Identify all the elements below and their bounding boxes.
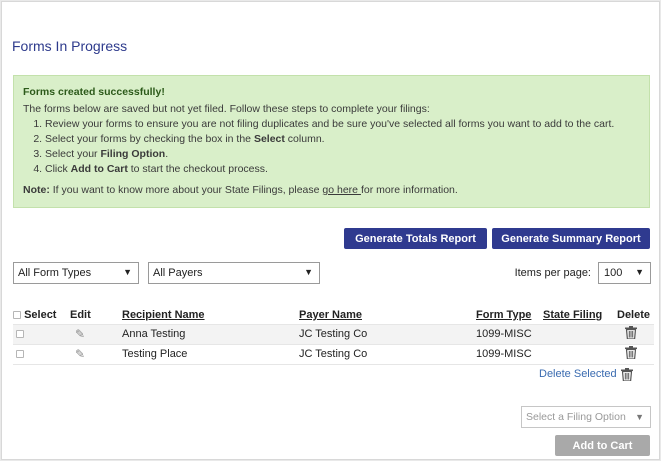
state-filings-link[interactable]: go here bbox=[322, 184, 361, 196]
trash-icon[interactable] bbox=[625, 326, 637, 339]
recipient-name-cell: Anna Testing bbox=[122, 323, 299, 344]
generate-summary-report-button[interactable]: Generate Summary Report bbox=[492, 228, 650, 249]
alert-heading: Forms created successfully! bbox=[23, 86, 165, 98]
items-per-page-label: Items per page: bbox=[514, 267, 591, 279]
form-type-header[interactable]: Form Type bbox=[476, 306, 541, 324]
delete-column-header: Delete bbox=[617, 308, 651, 321]
payer-name-cell: JC Testing Co bbox=[299, 323, 476, 344]
recipient-name-cell: Testing Place bbox=[122, 343, 299, 365]
alert-note: Note: If you want to know more about you… bbox=[23, 184, 458, 196]
table-row: ✎ Testing Place JC Testing Co 1099-MISC bbox=[13, 343, 654, 365]
table-row: ✎ Anna Testing JC Testing Co 1099-MISC bbox=[13, 323, 654, 344]
edit-pencil-icon[interactable]: ✎ bbox=[75, 347, 85, 361]
trash-icon[interactable] bbox=[625, 346, 637, 359]
alert-step: Review your forms to ensure you are not … bbox=[45, 117, 640, 132]
edit-pencil-icon[interactable]: ✎ bbox=[75, 327, 85, 341]
dropdown-arrow-icon: ▼ bbox=[635, 267, 644, 277]
alert-step: Click Add to Cart to start the checkout … bbox=[45, 162, 640, 177]
success-alert: Forms created successfully! The forms be… bbox=[13, 75, 650, 208]
alert-step: Select your forms by checking the box in… bbox=[45, 132, 640, 147]
state-filing-header[interactable]: State Filing bbox=[541, 306, 608, 324]
add-to-cart-button[interactable]: Add to Cart bbox=[555, 435, 650, 456]
generate-totals-report-button[interactable]: Generate Totals Report bbox=[344, 228, 487, 249]
state-filing-cell bbox=[541, 343, 608, 365]
table-header-row: Select Edit Recipient Name Payer Name Fo… bbox=[13, 306, 654, 324]
alert-step: Select your Filing Option. bbox=[45, 147, 640, 162]
row-select-checkbox[interactable] bbox=[16, 350, 24, 359]
delete-selected-link[interactable]: Delete Selected bbox=[539, 368, 617, 380]
payer-filter[interactable]: All Payers ▼ bbox=[148, 262, 320, 284]
dropdown-arrow-icon: ▼ bbox=[304, 267, 313, 277]
form-type-cell: 1099-MISC bbox=[476, 343, 541, 365]
filing-option-select[interactable]: Select a Filing Option ▼ bbox=[521, 406, 651, 428]
page-title: Forms In Progress bbox=[12, 38, 128, 54]
alert-steps: Review your forms to ensure you are not … bbox=[45, 117, 640, 177]
dropdown-arrow-icon: ▼ bbox=[635, 412, 644, 422]
payer-name-header[interactable]: Payer Name bbox=[299, 306, 476, 324]
select-column-header: Select bbox=[13, 306, 66, 324]
state-filing-cell bbox=[541, 323, 608, 344]
payer-name-cell: JC Testing Co bbox=[299, 343, 476, 365]
forms-table: Select Edit Recipient Name Payer Name Fo… bbox=[13, 306, 654, 365]
form-type-cell: 1099-MISC bbox=[476, 323, 541, 344]
form-type-filter[interactable]: All Form Types ▼ bbox=[13, 262, 139, 284]
trash-icon[interactable] bbox=[621, 368, 633, 381]
edit-column-header: Edit bbox=[70, 308, 91, 321]
row-select-checkbox[interactable] bbox=[16, 330, 24, 339]
dropdown-arrow-icon: ▼ bbox=[123, 267, 132, 277]
items-per-page-select[interactable]: 100 ▼ bbox=[598, 262, 651, 284]
recipient-name-header[interactable]: Recipient Name bbox=[122, 306, 299, 324]
app-frame: Forms In Progress Forms created successf… bbox=[1, 1, 660, 460]
alert-intro: The forms below are saved but not yet fi… bbox=[23, 103, 430, 115]
select-all-checkbox[interactable] bbox=[13, 310, 21, 319]
